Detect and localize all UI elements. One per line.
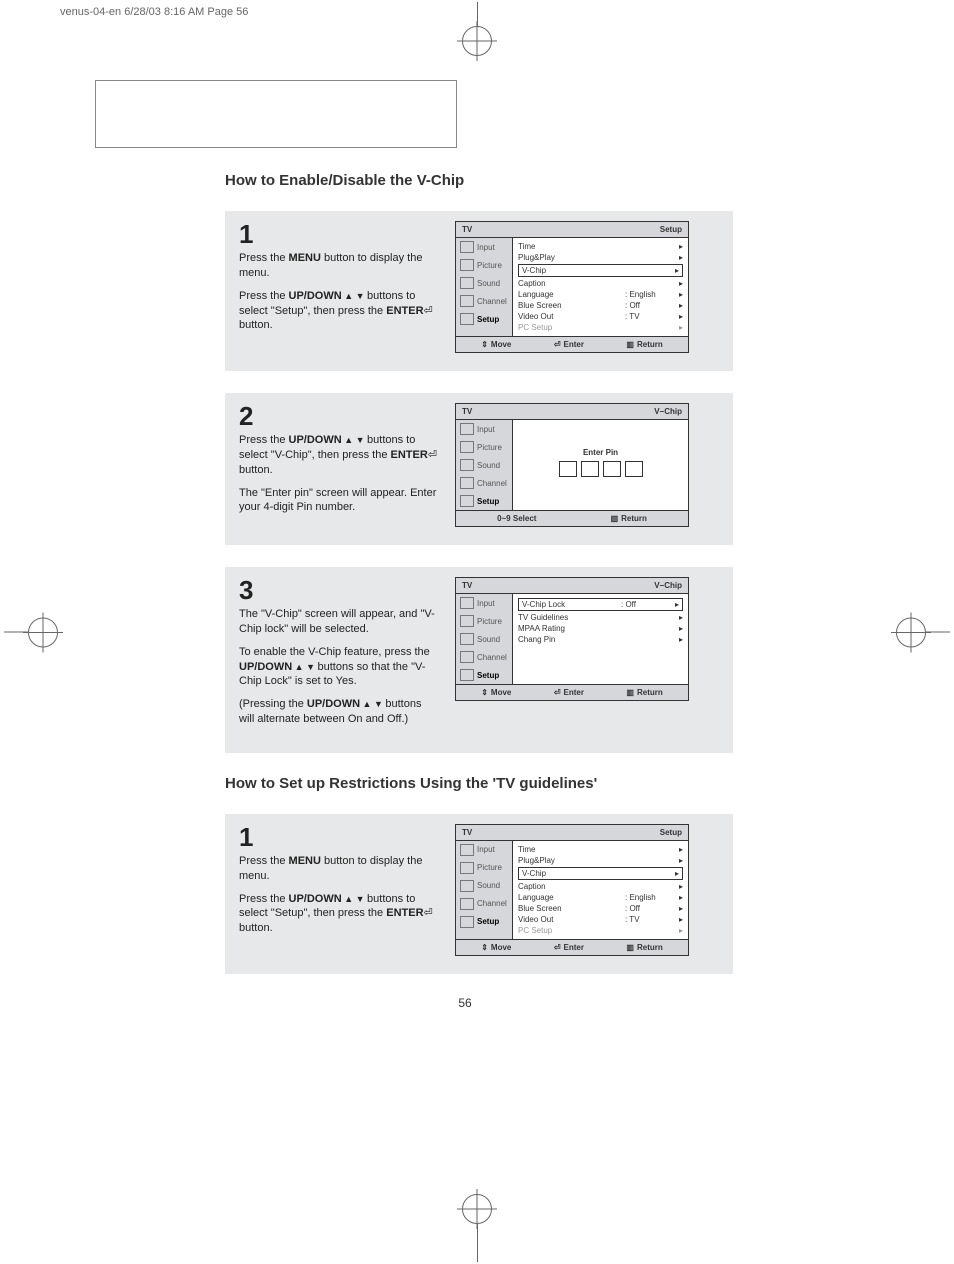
registration-mark-top <box>462 2 492 56</box>
step-paragraph: Press the MENU button to display the men… <box>239 854 439 884</box>
step-number: 2 <box>239 403 439 429</box>
osd-row-highlighted: V-Chip▸ <box>518 867 683 880</box>
step-block-3: 3 The "V-Chip" screen will appear, and "… <box>225 567 733 753</box>
step-block-2: 2 Press the UP/DOWN ▲ ▼ buttons to selec… <box>225 393 733 545</box>
section-heading-2: How to Set up Restrictions Using the 'TV… <box>225 775 855 792</box>
osd-side-sound: Sound <box>456 456 512 474</box>
osd-side-picture: Picture <box>456 438 512 456</box>
osd-side-channel: Channel <box>456 474 512 492</box>
registration-mark-right <box>912 632 950 633</box>
registration-mark-left <box>4 632 42 633</box>
step-paragraph: The "V-Chip" screen will appear, and "V-… <box>239 607 439 637</box>
osd-side-picture: Picture <box>456 256 512 274</box>
osd-side-setup: Setup <box>456 310 512 328</box>
title-placeholder-box <box>95 80 457 148</box>
osd-side-channel: Channel <box>456 292 512 310</box>
osd-side-picture: Picture <box>456 859 512 877</box>
step-paragraph: Press the UP/DOWN ▲ ▼ buttons to select … <box>239 289 439 334</box>
osd-title-section: Setup <box>660 828 682 837</box>
pin-entry-boxes <box>559 461 643 477</box>
step-number: 3 <box>239 577 439 603</box>
osd-side-setup: Setup <box>456 913 512 931</box>
osd-side-input: Input <box>456 594 512 612</box>
page-number: 56 <box>225 996 705 1010</box>
step-block-1: 1 Press the MENU button to display the m… <box>225 211 733 371</box>
osd-screenshot-vchip-pin: TV V−Chip Input Picture Sound Channel Se… <box>455 403 689 527</box>
osd-side-setup: Setup <box>456 492 512 510</box>
step-paragraph: Press the UP/DOWN ▲ ▼ buttons to select … <box>239 892 439 937</box>
osd-row-highlighted: V-Chip▸ <box>518 264 683 277</box>
osd-side-input: Input <box>456 238 512 256</box>
osd-title-tv: TV <box>462 581 472 590</box>
osd-screenshot-setup: TV Setup Input Picture Sound Channel Set… <box>455 824 689 956</box>
step-paragraph: The "Enter pin" screen will appear. Ente… <box>239 486 439 516</box>
osd-side-picture: Picture <box>456 612 512 630</box>
osd-side-input: Input <box>456 420 512 438</box>
step-number: 1 <box>239 824 439 850</box>
section-heading-1: How to Enable/Disable the V-Chip <box>225 172 855 189</box>
step-paragraph: Press the UP/DOWN ▲ ▼ buttons to select … <box>239 433 439 478</box>
osd-title-section: V−Chip <box>654 407 682 416</box>
osd-side-input: Input <box>456 841 512 859</box>
step-paragraph: (Pressing the UP/DOWN ▲ ▼ buttons will a… <box>239 697 439 727</box>
osd-side-setup: Setup <box>456 666 512 684</box>
osd-title-tv: TV <box>462 407 472 416</box>
crop-mark-tag: venus-04-en 6/28/03 8:16 AM Page 56 <box>60 6 248 18</box>
osd-title-section: V−Chip <box>654 581 682 590</box>
step-block-b1: 1 Press the MENU button to display the m… <box>225 814 733 974</box>
osd-side-channel: Channel <box>456 895 512 913</box>
osd-screenshot-setup: TV Setup Input Picture Sound Channel Set… <box>455 221 689 353</box>
step-paragraph: To enable the V-Chip feature, press the … <box>239 645 439 690</box>
osd-side-sound: Sound <box>456 274 512 292</box>
osd-side-sound: Sound <box>456 630 512 648</box>
osd-side-channel: Channel <box>456 648 512 666</box>
enter-pin-label: Enter Pin <box>583 448 618 457</box>
registration-mark-bottom <box>462 1208 492 1262</box>
osd-title-tv: TV <box>462 225 472 234</box>
osd-title-section: Setup <box>660 225 682 234</box>
osd-title-tv: TV <box>462 828 472 837</box>
osd-side-sound: Sound <box>456 877 512 895</box>
step-paragraph: Press the MENU button to display the men… <box>239 251 439 281</box>
osd-screenshot-vchip-menu: TV V−Chip Input Picture Sound Channel Se… <box>455 577 689 701</box>
osd-row-highlighted: V-Chip Lock: Off▸ <box>518 598 683 611</box>
step-number: 1 <box>239 221 439 247</box>
